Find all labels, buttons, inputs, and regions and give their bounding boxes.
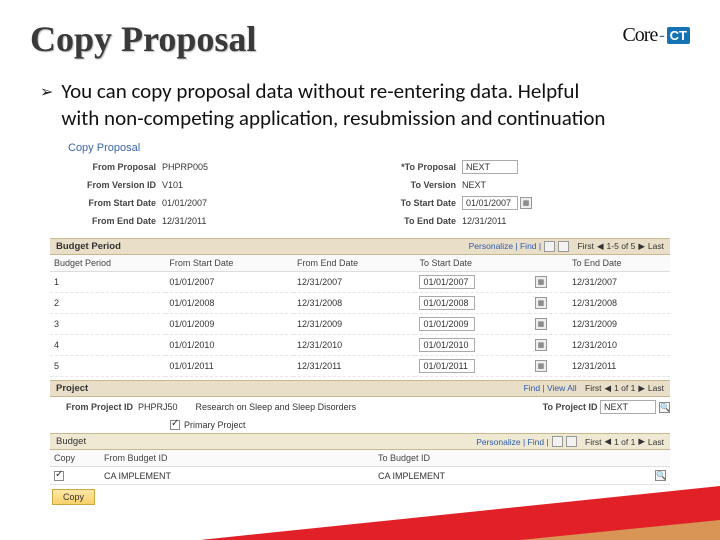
col-to-start: To Start Date [415, 255, 528, 272]
from-end-value: 12/31/2011 [162, 216, 206, 226]
download-icon-2[interactable] [566, 436, 577, 447]
table-row: 501/01/201112/31/201101/01/2011▦12/31/20… [50, 355, 670, 376]
budget-table: Copy From Budget ID To Budget ID CA IMPL… [50, 450, 670, 485]
from-start-value: 01/01/2007 [162, 198, 207, 208]
col-from-start: From Start Date [165, 255, 293, 272]
logo-ct-badge: CT [667, 27, 690, 44]
budget-bar-title: Budget [56, 436, 86, 447]
project-bar-title: Project [56, 383, 88, 394]
to-start-input[interactable]: 01/01/2007 [462, 196, 518, 210]
budget-period-table: Budget Period From Start Date From End D… [50, 255, 670, 377]
to-project-input[interactable]: NEXT [600, 400, 656, 414]
table-row: 201/01/200812/31/200801/01/2008▦12/31/20… [50, 292, 670, 313]
nav-range-2: 1 of 1 [614, 383, 635, 393]
nav-first-3[interactable]: First [585, 437, 602, 447]
grid-icon-2[interactable] [552, 436, 563, 447]
bullet-arrow-icon: ➢ [40, 82, 53, 132]
budget-period-bar-title: Budget Period [56, 241, 121, 252]
from-version-label: From Version ID [66, 180, 162, 190]
search-icon-2[interactable]: 🔍 [655, 470, 666, 481]
to-budget-value: CA IMPLEMENT [378, 471, 445, 481]
col-copy: Copy [50, 450, 100, 467]
project-desc: Research on Sleep and Sleep Disorders [196, 402, 357, 412]
search-icon[interactable]: 🔍 [659, 402, 670, 413]
budget-links[interactable]: Personalize | Find | [476, 437, 548, 447]
nav-range: 1-5 of 5 [607, 241, 636, 251]
table-row: 301/01/200912/31/200901/01/2009▦12/31/20… [50, 313, 670, 334]
copy-checkbox[interactable] [54, 471, 64, 481]
primary-project-checkbox[interactable] [170, 420, 180, 430]
to-end-value: 12/31/2011 [462, 216, 506, 226]
from-proposal-label: From Proposal [66, 162, 162, 172]
to-end-label: To End Date [366, 216, 462, 226]
from-start-label: From Start Date [66, 198, 162, 208]
to-version-value: NEXT [462, 180, 486, 190]
section-title: Copy Proposal [68, 142, 670, 154]
logo: Core-CT [622, 24, 690, 47]
embedded-screenshot: Copy Proposal From ProposalPHPRP005 *To … [50, 142, 670, 506]
table-row: 401/01/201012/31/201001/01/2010▦12/31/20… [50, 334, 670, 355]
bullet-text: You can copy proposal data without re-en… [61, 78, 621, 132]
grid-icon[interactable] [544, 241, 555, 252]
from-proposal-value: PHPRP005 [162, 162, 208, 172]
logo-core-text: Core [622, 24, 657, 47]
from-version-value: V101 [162, 180, 183, 190]
nav-range-3: 1 of 1 [614, 437, 635, 447]
copy-button[interactable]: Copy [52, 489, 95, 505]
nav-first[interactable]: First [577, 241, 594, 251]
to-version-label: To Version [366, 180, 462, 190]
col-from-end: From End Date [293, 255, 415, 272]
primary-project-label: Primary Project [184, 420, 246, 430]
col-period: Budget Period [50, 255, 165, 272]
from-project-label: From Project ID [66, 402, 133, 412]
from-budget-value: CA IMPLEMENT [100, 467, 374, 485]
to-start-label: To Start Date [366, 198, 462, 208]
personalize-link[interactable]: Personalize | Find | [469, 241, 541, 251]
col-to-budget: To Budget ID [374, 450, 648, 467]
to-proposal-input[interactable]: NEXT [462, 160, 518, 174]
project-links[interactable]: Find | View All [524, 383, 577, 393]
col-to-end: To End Date [568, 255, 670, 272]
table-row: CA IMPLEMENT CA IMPLEMENT 🔍 [50, 467, 670, 485]
calendar-icon[interactable]: ▦ [520, 197, 532, 209]
nav-last[interactable]: Last [648, 241, 664, 251]
nav-last-2[interactable]: Last [648, 383, 664, 393]
download-icon[interactable] [558, 241, 569, 252]
from-end-label: From End Date [66, 216, 162, 226]
from-project-value: PHPRJ50 [138, 402, 178, 412]
decorative-triangle-gold [520, 520, 720, 540]
page-title: Copy Proposal [30, 18, 256, 60]
to-project-label: To Project ID [543, 402, 598, 412]
nav-first-2[interactable]: First [585, 383, 602, 393]
nav-last-3[interactable]: Last [648, 437, 664, 447]
table-row: 101/01/200712/31/200701/01/2007▦12/31/20… [50, 271, 670, 292]
to-proposal-label: *To Proposal [366, 162, 462, 172]
col-from-budget: From Budget ID [100, 450, 374, 467]
